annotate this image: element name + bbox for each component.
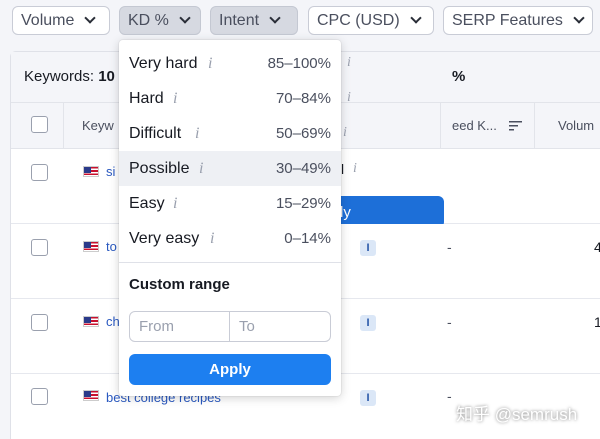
keywords-summary-label: Keywords:: [24, 68, 95, 85]
info-icon: i: [343, 125, 347, 140]
intent-badge: I: [360, 315, 376, 331]
custom-range-title: Custom range: [129, 276, 230, 293]
volume-value: 4: [594, 239, 600, 255]
kd-option-very-easy[interactable]: Very easy i 0–14%: [119, 221, 341, 256]
keyword-link[interactable]: to: [106, 239, 117, 254]
kd-filter-dropdown: Very hard i 85–100% Hard i 70–84% Diffic…: [119, 40, 341, 396]
kd-option-range: 30–49%: [275, 160, 331, 177]
kd-option-label: Easy: [129, 194, 165, 212]
kd-option-label: Hard: [129, 89, 164, 107]
row-checkbox[interactable]: [31, 388, 48, 405]
info-icon[interactable]: i: [208, 55, 212, 73]
kd-option-range: 50–69%: [275, 125, 331, 142]
kd-filter-button[interactable]: KD %: [119, 6, 201, 35]
watermark: 知乎 @semrush: [456, 405, 578, 424]
kd-option-label: Very hard: [129, 54, 198, 72]
info-icon: i: [347, 55, 351, 70]
kd-option-label: Very easy: [129, 229, 200, 247]
info-icon: i: [347, 90, 351, 105]
chevron-down-icon: [269, 12, 281, 24]
info-icon: i: [353, 161, 357, 176]
kd-option-label: Difficult: [129, 124, 182, 142]
us-flag-icon: [83, 241, 99, 252]
row-checkbox[interactable]: [31, 164, 48, 181]
us-flag-icon: [83, 390, 99, 401]
dropdown-divider: [119, 262, 341, 263]
cpc-filter-button[interactable]: CPC (USD): [308, 6, 434, 35]
seed-keyword-value: -: [447, 239, 452, 255]
column-divider: [534, 103, 535, 149]
chevron-down-icon: [573, 12, 585, 24]
kd-option-easy[interactable]: Easy i 15–29%: [119, 186, 341, 221]
chevron-down-icon: [84, 12, 97, 24]
sort-icon[interactable]: [509, 121, 522, 131]
keywords-count: 10: [98, 68, 115, 85]
volume-filter-button[interactable]: Volume: [12, 6, 110, 35]
kd-option-range: 0–14%: [284, 230, 331, 247]
chevron-down-icon: [179, 12, 191, 24]
info-icon[interactable]: i: [199, 160, 203, 178]
kd-option-possible[interactable]: Possible i 30–49%: [119, 151, 341, 186]
row-checkbox[interactable]: [31, 239, 48, 256]
kd-option-very-hard[interactable]: Very hard i 85–100%: [119, 46, 341, 81]
intent-filter-label: Intent: [219, 11, 260, 29]
column-divider: [440, 103, 441, 149]
chevron-down-icon: [410, 12, 422, 24]
kd-option-range: 15–29%: [275, 195, 331, 212]
intent-badge: I: [360, 390, 376, 406]
seed-keyword-value: -: [447, 314, 452, 330]
kd-option-range: 85–100%: [267, 55, 331, 72]
volume-column-header[interactable]: Volum: [558, 118, 594, 133]
info-icon[interactable]: i: [195, 125, 199, 143]
column-divider: [63, 103, 64, 149]
us-flag-icon: [83, 316, 99, 327]
serp-features-filter-button[interactable]: SERP Features: [443, 6, 593, 35]
select-all-checkbox[interactable]: [31, 116, 48, 133]
cpc-filter-label: CPC (USD): [317, 11, 400, 29]
seed-keyword-column-header[interactable]: eed K...: [452, 118, 497, 133]
info-icon[interactable]: i: [210, 230, 214, 248]
info-icon[interactable]: i: [173, 195, 177, 213]
intent-option-fragment: l: [341, 161, 345, 177]
keyword-column-header[interactable]: Keyw: [82, 118, 114, 133]
range-from-input[interactable]: [130, 312, 229, 341]
kd-filter-label: KD %: [128, 11, 169, 29]
summary-percentage: %: [452, 68, 466, 85]
custom-range-inputs: [129, 311, 331, 342]
kd-option-label: Possible: [129, 159, 190, 177]
keywords-summary: Keywords: 10: [24, 68, 115, 85]
range-to-input[interactable]: [230, 312, 330, 341]
info-icon[interactable]: i: [173, 90, 177, 108]
row-checkbox[interactable]: [31, 314, 48, 331]
filter-bar: Volume KD % Intent CPC (USD) SERP Featur…: [0, 0, 600, 41]
kd-option-difficult[interactable]: Difficult i 50–69%: [119, 116, 341, 151]
intent-badge: I: [360, 240, 376, 256]
apply-button[interactable]: Apply: [129, 354, 331, 385]
us-flag-icon: [83, 166, 99, 177]
keyword-link[interactable]: ch: [106, 314, 120, 329]
intent-apply-label: ly: [340, 203, 351, 221]
kd-option-range: 70–84%: [275, 90, 331, 107]
seed-keyword-value: -: [447, 388, 452, 404]
serp-features-filter-label: SERP Features: [452, 11, 563, 29]
intent-filter-button[interactable]: Intent: [210, 6, 298, 35]
volume-filter-label: Volume: [21, 11, 75, 29]
volume-value: 1: [594, 314, 600, 330]
kd-option-hard[interactable]: Hard i 70–84%: [119, 81, 341, 116]
keyword-link[interactable]: si: [106, 164, 115, 179]
